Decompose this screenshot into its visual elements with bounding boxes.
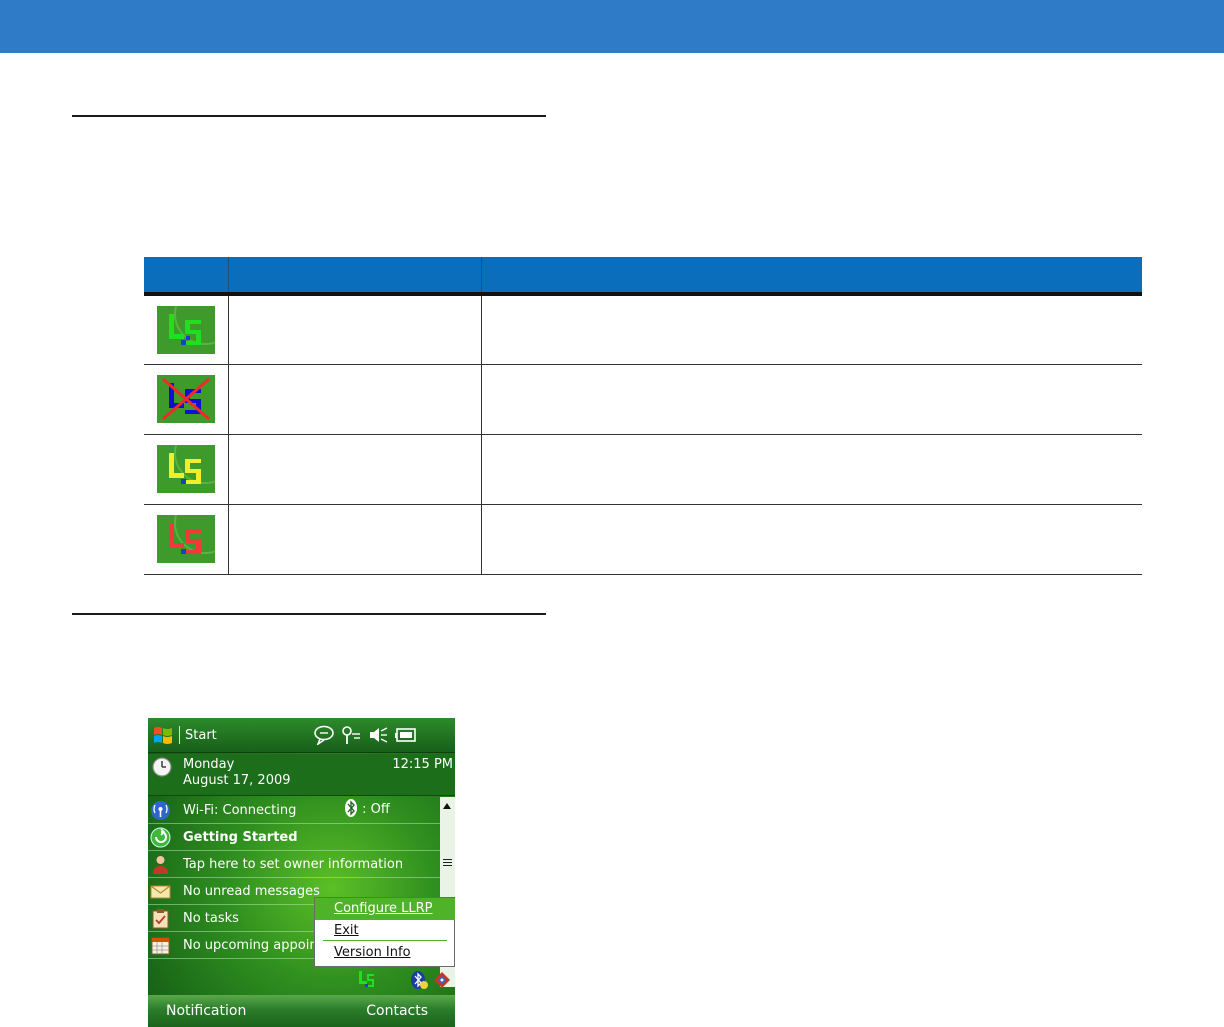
llrp-service-green-icon bbox=[156, 305, 215, 354]
scroll-up-arrow-icon[interactable] bbox=[443, 803, 451, 809]
table-cell-status bbox=[227, 294, 481, 365]
table-cell-icon bbox=[144, 434, 228, 505]
table-cell-description bbox=[480, 294, 1142, 365]
device-screenshot: Start Monday August 17, 2009 12:15 PM Wi… bbox=[148, 718, 455, 1027]
section-rule-top bbox=[72, 115, 546, 117]
scroll-thumb-grip[interactable] bbox=[443, 859, 452, 866]
menu-item-configure-llrp[interactable]: Configure LLRP bbox=[315, 898, 455, 920]
date-full: August 17, 2009 bbox=[183, 773, 291, 788]
table-header-row bbox=[144, 257, 1142, 296]
table-row bbox=[144, 364, 1142, 435]
table-header-status bbox=[227, 257, 481, 296]
table-cell-status bbox=[227, 504, 481, 575]
owner-person-icon bbox=[153, 856, 168, 874]
clock-time: 12:15 PM bbox=[392, 757, 453, 772]
softkey-contacts[interactable]: Contacts bbox=[366, 1003, 428, 1019]
table-row bbox=[144, 294, 1142, 365]
clock-icon bbox=[152, 757, 172, 777]
date-day: Monday bbox=[183, 757, 235, 772]
calendar-icon bbox=[151, 937, 170, 955]
softkey-bar: Notification Contacts bbox=[148, 995, 455, 1027]
network-tray-icon[interactable] bbox=[432, 970, 452, 990]
table-cell-description bbox=[480, 504, 1142, 575]
bluetooth-status[interactable]: : Off bbox=[344, 798, 390, 818]
getting-started-row[interactable]: Getting Started bbox=[148, 824, 440, 851]
bluetooth-status-text: : Off bbox=[362, 802, 390, 817]
table-cell-status bbox=[227, 434, 481, 505]
llrp-tray-icon[interactable] bbox=[357, 970, 375, 988]
table-cell-status bbox=[227, 364, 481, 435]
menu-item-version-info[interactable]: Version Info bbox=[315, 942, 455, 964]
battery-icon[interactable] bbox=[394, 725, 416, 745]
start-separator bbox=[179, 726, 180, 744]
wifi-antenna-icon bbox=[151, 801, 170, 820]
tasks-text: No tasks bbox=[183, 911, 239, 926]
bluetooth-tray-icon[interactable] bbox=[410, 970, 428, 990]
table-cell-description bbox=[480, 434, 1142, 505]
table-row bbox=[144, 434, 1142, 505]
bluetooth-icon bbox=[345, 799, 357, 817]
llrp-service-disabled-icon bbox=[156, 375, 215, 423]
table-row bbox=[144, 504, 1142, 575]
phone-title-bar: Start bbox=[148, 718, 455, 753]
status-icon-table bbox=[144, 257, 1142, 575]
owner-info-row[interactable]: Tap here to set owner information bbox=[148, 851, 440, 878]
table-header-icon bbox=[144, 257, 228, 296]
menu-separator bbox=[323, 940, 447, 941]
chat-bubble-icon[interactable] bbox=[313, 725, 335, 745]
llrp-service-red-icon bbox=[156, 515, 215, 563]
messages-text: No unread messages bbox=[183, 884, 320, 899]
table-cell-description bbox=[480, 364, 1142, 435]
llrp-context-menu: Configure LLRP Exit Version Info bbox=[314, 897, 455, 967]
connectivity-icon[interactable] bbox=[340, 725, 362, 745]
windows-logo-icon[interactable] bbox=[152, 724, 174, 746]
menu-item-exit[interactable]: Exit bbox=[315, 920, 455, 942]
volume-muted-icon[interactable] bbox=[367, 725, 389, 745]
llrp-service-yellow-icon bbox=[156, 445, 215, 493]
softkey-notification[interactable]: Notification bbox=[166, 1003, 246, 1019]
appointments-text: No upcoming appointi bbox=[183, 938, 327, 953]
wifi-row[interactable]: Wi-Fi: Connecting : Off bbox=[148, 797, 440, 824]
table-cell-icon bbox=[144, 364, 228, 435]
getting-started-icon bbox=[150, 827, 171, 848]
clipboard-check-icon bbox=[152, 909, 169, 929]
getting-started-text: Getting Started bbox=[183, 830, 298, 845]
page-header-bar bbox=[0, 0, 1224, 53]
table-header-description bbox=[480, 257, 1142, 296]
section-rule-bottom bbox=[72, 613, 546, 615]
table-cell-icon bbox=[144, 504, 228, 575]
table-cell-icon bbox=[144, 294, 228, 365]
wifi-status-text: Wi-Fi: Connecting bbox=[183, 803, 297, 818]
envelope-icon bbox=[150, 885, 171, 899]
start-button[interactable]: Start bbox=[185, 728, 217, 743]
owner-info-text: Tap here to set owner information bbox=[183, 857, 404, 872]
